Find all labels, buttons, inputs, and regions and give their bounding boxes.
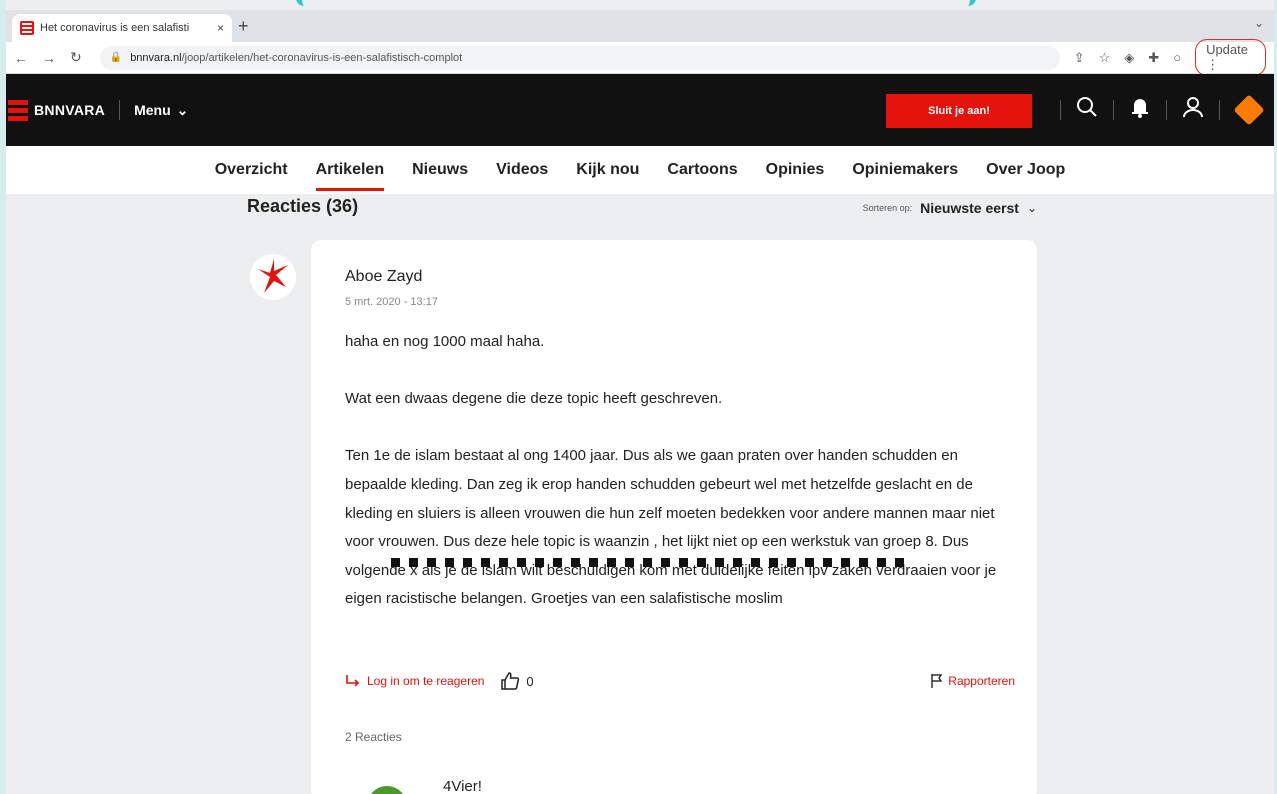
comment-card: Aboe Zayd 5 mrt. 2020 - 13:17 haha en no…	[311, 240, 1037, 794]
like-count: 0	[526, 673, 534, 689]
reactions-header: Reacties (36) Sorteren op: Nieuwste eers…	[247, 194, 1037, 222]
replies-count[interactable]: 2 Reacties	[345, 730, 402, 744]
reply-author[interactable]: 4Vier!	[443, 778, 482, 794]
tab-cartoons[interactable]: Cartoons	[667, 153, 737, 187]
share-icon[interactable]: ⇪	[1074, 50, 1085, 66]
update-label: Update	[1206, 42, 1248, 57]
thumbs-up-icon	[501, 672, 520, 690]
url-path: /joop/artikelen/het-coronavirus-is-een-s…	[181, 51, 463, 64]
login-to-reply-link[interactable]: Log in om te reageren	[345, 674, 484, 688]
chevron-down-icon: ⌄	[1026, 201, 1037, 215]
logo-text: BNNVARA	[34, 102, 106, 118]
login-label: Log in om te reageren	[367, 674, 485, 688]
tab-overzicht[interactable]: Overzicht	[215, 153, 288, 187]
flag-icon	[931, 674, 943, 688]
header-divider	[119, 100, 121, 120]
redaction-overlay	[391, 558, 911, 567]
tab-artikelen[interactable]: Artikelen	[315, 153, 385, 191]
sort-label: Sorteren op:	[862, 203, 913, 213]
browser-window: Het coronavirus is een salafisti × + ⌄ ←…	[6, 0, 1274, 794]
bnnvara-logo[interactable]: BNNVARA	[8, 99, 106, 121]
reload-icon[interactable]: ↻	[70, 49, 82, 66]
bnnvara-favicon-icon	[20, 21, 34, 35]
logo-bars-icon	[8, 99, 28, 121]
header-divider	[1166, 100, 1167, 120]
url-text[interactable]: bnnvara.nl/joop/artikelen/het-coronaviru…	[130, 52, 462, 64]
comment-date: 5 mrt. 2020 - 13:17	[345, 296, 438, 308]
comment-author[interactable]: Aboe Zayd	[345, 268, 422, 286]
bell-icon[interactable]	[1128, 96, 1152, 124]
site-header: BNNVARA Menu ⌄ Sluit je aan!	[6, 74, 1274, 146]
header-divider	[1219, 100, 1220, 120]
search-icon[interactable]	[1075, 96, 1099, 124]
tab-videos[interactable]: Videos	[496, 153, 548, 187]
tab-close-icon[interactable]: ×	[217, 21, 224, 35]
browser-toolbar: ← → ↻ 🔒 bnnvara.nl/joop/artikelen/het-co…	[6, 39, 1274, 76]
sort-dropdown[interactable]: Sorteren op: Nieuwste eerst ⌄	[863, 200, 1037, 216]
section-nav: Overzicht Artikelen Nieuws Videos Kijk nou Ca…	[6, 146, 1274, 194]
tab-opiniemakers[interactable]: Opiniemakers	[852, 153, 958, 187]
tab-search-icon[interactable]: ⌄	[1254, 16, 1264, 30]
npo-logo-icon[interactable]	[1233, 94, 1265, 126]
back-icon[interactable]: ←	[14, 50, 28, 66]
lock-icon[interactable]: 🔒	[110, 52, 122, 63]
header-divider	[1060, 100, 1061, 120]
comment-actions: Log in om te reageren 0 Rapporteren	[345, 668, 1015, 694]
sort-value: Nieuwste eerst	[920, 200, 1019, 216]
tab-nieuws[interactable]: Nieuws	[412, 153, 468, 187]
browser-tab[interactable]: Het coronavirus is een salafisti ×	[12, 14, 232, 42]
extensions-puzzle-icon[interactable]: ✚	[1148, 50, 1159, 66]
bookmark-star-icon[interactable]: ☆	[1099, 50, 1111, 66]
address-bar[interactable]: 🔒 bnnvara.nl/joop/artikelen/het-coronavi…	[99, 45, 1060, 70]
report-label: Rapporteren	[948, 674, 1015, 688]
forward-icon[interactable]: →	[42, 50, 56, 66]
tab-over-joop[interactable]: Over Joop	[986, 153, 1065, 187]
reactions-title: Reacties (36)	[247, 196, 359, 216]
tab-kijk-nou[interactable]: Kijk nou	[576, 153, 639, 187]
tab-opinies[interactable]: Opinies	[766, 153, 825, 187]
url-domain: bnnvara.nl	[130, 51, 182, 64]
tab-title: Het coronavirus is een salafisti	[40, 22, 190, 34]
header-divider	[1113, 100, 1114, 120]
comment-paragraph: Wat een dwaas degene die deze topic heef…	[345, 390, 723, 408]
comment-paragraph: haha en nog 1000 maal haha.	[345, 333, 545, 350]
profile-icon[interactable]: ○	[1173, 50, 1181, 65]
shield-extension-icon[interactable]: ◈	[1124, 50, 1134, 66]
report-link[interactable]: Rapporteren	[930, 673, 1015, 689]
update-button[interactable]: Update ⋮	[1195, 39, 1266, 76]
decorative-border	[296, 0, 976, 6]
like-button[interactable]: 0	[500, 672, 534, 690]
menu-button[interactable]: Menu ⌄	[134, 102, 188, 119]
join-button[interactable]: Sluit je aan!	[886, 94, 1032, 128]
chevron-down-icon: ⌄	[176, 101, 189, 118]
reply-arrow-icon	[346, 675, 360, 687]
tab-strip: Het coronavirus is een salafisti × + ⌄	[6, 10, 1274, 42]
avatar	[250, 254, 296, 300]
new-tab-button[interactable]: +	[238, 14, 249, 38]
comment-paragraph: Ten 1e de islam bestaat al ong 1400 jaar…	[345, 447, 997, 608]
red-figure-icon	[258, 259, 288, 293]
user-icon[interactable]	[1181, 96, 1205, 124]
reply-avatar	[367, 786, 407, 794]
menu-label: Menu	[134, 102, 171, 118]
comment-body: haha en nog 1000 maal haha. Wat een dwaa…	[345, 328, 1015, 614]
